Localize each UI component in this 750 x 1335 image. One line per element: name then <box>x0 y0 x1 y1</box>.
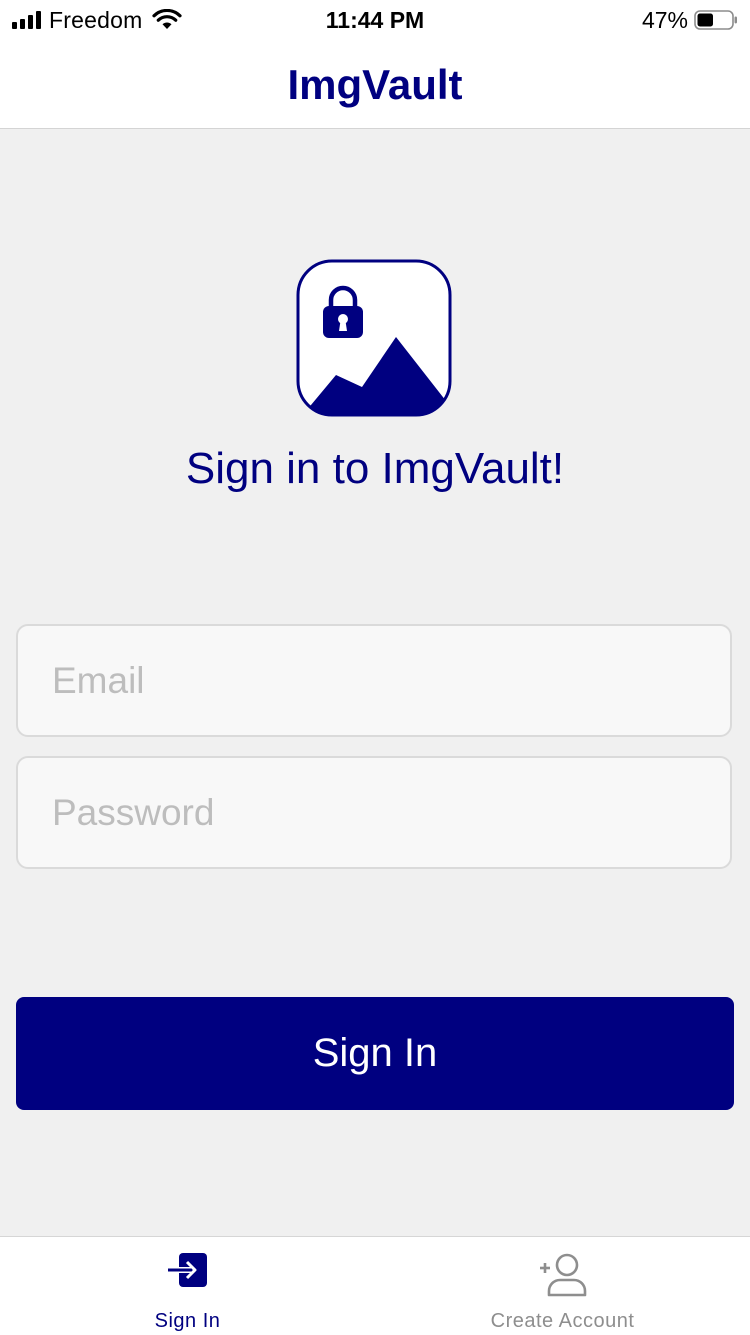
tab-create-account-label: Create Account <box>490 1310 635 1332</box>
tab-sign-in-label: Sign In <box>154 1310 221 1332</box>
page-title: ImgVault <box>287 61 463 108</box>
locked-image-icon <box>296 259 452 417</box>
tab-sign-in[interactable]: Sign In <box>0 1237 375 1335</box>
status-right: 47% <box>642 6 738 34</box>
sign-in-icon <box>167 1253 207 1287</box>
password-field[interactable] <box>16 756 732 869</box>
battery-icon <box>694 10 737 30</box>
add-user-icon <box>539 1253 586 1297</box>
tab-bar: Sign In Create Account <box>0 1236 750 1335</box>
tab-create-account[interactable]: Create Account <box>375 1237 750 1335</box>
email-field[interactable] <box>16 624 732 737</box>
navigation-bar: ImgVault <box>0 40 750 129</box>
status-time: 11:44 PM <box>325 7 425 33</box>
battery-level-fill <box>697 13 713 27</box>
status-bar: Freedom 11:44 PM 47% <box>0 0 750 40</box>
sign-in-heading: Sign in to ImgVault! <box>185 444 565 493</box>
battery-percent: 47% <box>641 6 688 33</box>
sign-in-button[interactable]: Sign In <box>16 997 734 1110</box>
